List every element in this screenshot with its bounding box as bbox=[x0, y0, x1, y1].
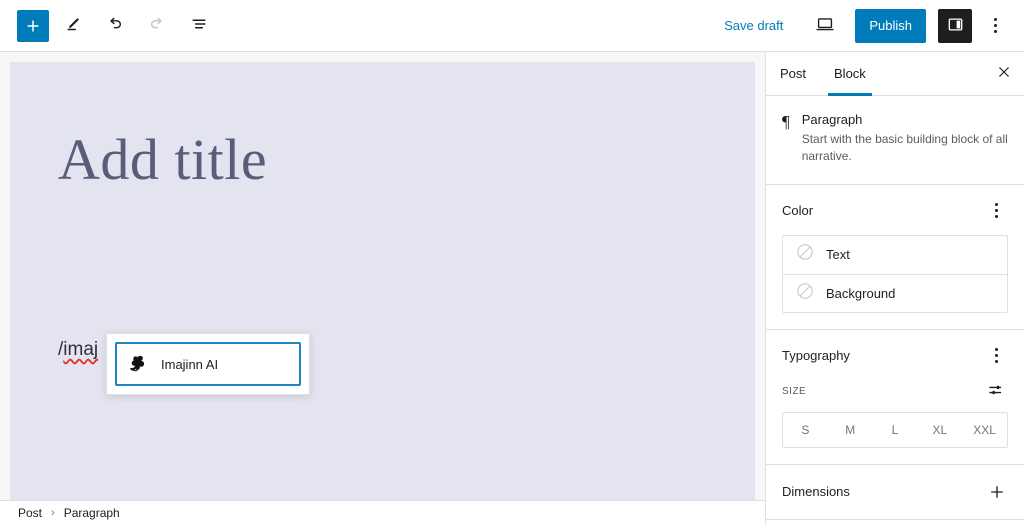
vertical-ellipsis-icon bbox=[993, 18, 997, 33]
font-size-m[interactable]: M bbox=[828, 413, 873, 447]
vertical-ellipsis-icon bbox=[994, 203, 998, 219]
typography-panel: Typography SIZE S M L XL XXL bbox=[766, 330, 1024, 465]
slash-menu-item-label: Imajinn AI bbox=[161, 356, 219, 372]
color-option-text[interactable]: Text bbox=[783, 236, 1007, 274]
sidebar-panel-icon bbox=[946, 15, 965, 37]
slash-query-text: imaj bbox=[63, 339, 99, 360]
undo-arrow-icon bbox=[105, 14, 125, 37]
font-size-s[interactable]: S bbox=[783, 413, 828, 447]
block-info-text: Paragraph Start with the basic building … bbox=[802, 112, 1008, 166]
plus-icon bbox=[24, 17, 42, 35]
font-size-xxl[interactable]: XXL bbox=[962, 413, 1007, 447]
paragraph-pilcrow-icon: ¶ bbox=[782, 112, 790, 131]
slash-command-popover: Imajinn AI bbox=[106, 333, 310, 395]
sidebar-tabs: Post Block bbox=[766, 52, 1024, 96]
color-panel-header: Color bbox=[782, 199, 1008, 223]
publish-button[interactable]: Publish bbox=[855, 8, 926, 43]
color-panel: Color Text Background bbox=[766, 185, 1024, 330]
undo-button[interactable] bbox=[97, 8, 133, 44]
settings-sidebar-toggle[interactable] bbox=[938, 8, 972, 43]
redo-arrow-icon bbox=[147, 14, 167, 37]
breadcrumb: Post › Paragraph bbox=[0, 500, 765, 525]
font-size-xl[interactable]: XL bbox=[917, 413, 962, 447]
close-sidebar-button[interactable] bbox=[984, 52, 1024, 96]
editor-canvas-area: Add title /imaj Imajinn AI bbox=[0, 52, 765, 502]
redo-button[interactable] bbox=[139, 8, 175, 44]
post-canvas[interactable]: Add title /imaj Imajinn AI bbox=[10, 62, 755, 502]
pencil-icon bbox=[63, 14, 83, 37]
breadcrumb-item-post[interactable]: Post bbox=[18, 506, 42, 520]
toolbar-right-group: Save draft Publish bbox=[712, 8, 1024, 44]
list-view-icon bbox=[189, 14, 209, 37]
dimensions-panel[interactable]: Dimensions bbox=[766, 465, 1024, 520]
color-option-background-label: Background bbox=[826, 285, 896, 301]
breadcrumb-separator-icon: › bbox=[51, 507, 55, 519]
font-size-label-row: SIZE bbox=[782, 380, 1008, 404]
editor-top-toolbar: Save draft Publish bbox=[0, 0, 1024, 52]
font-size-label: SIZE bbox=[782, 386, 807, 398]
font-size-custom-button[interactable] bbox=[984, 380, 1008, 404]
settings-sidebar: Post Block ¶ Paragraph Start with the ba… bbox=[765, 52, 1024, 525]
list-view-button[interactable] bbox=[181, 8, 217, 44]
preview-button[interactable] bbox=[807, 8, 843, 44]
font-size-l[interactable]: L bbox=[873, 413, 918, 447]
typography-panel-options-button[interactable] bbox=[984, 344, 1008, 368]
block-description: Start with the basic building block of a… bbox=[801, 132, 1008, 164]
breadcrumb-item-paragraph[interactable]: Paragraph bbox=[64, 506, 120, 520]
add-block-button[interactable] bbox=[17, 9, 49, 42]
block-info-card: ¶ Paragraph Start with the basic buildin… bbox=[766, 96, 1024, 185]
no-color-circle-icon bbox=[795, 281, 815, 306]
save-draft-button[interactable]: Save draft bbox=[712, 12, 795, 39]
typography-panel-header: Typography bbox=[782, 344, 1008, 368]
gutenberg-editor-window: Save draft Publish Add title /imaj Imaji… bbox=[0, 0, 1024, 525]
dimensions-panel-title: Dimensions bbox=[782, 484, 850, 500]
post-title-input[interactable]: Add title bbox=[58, 128, 267, 192]
laptop-preview-icon bbox=[814, 13, 836, 38]
color-panel-title: Color bbox=[782, 203, 814, 219]
font-size-button-group: S M L XL XXL bbox=[782, 411, 1008, 448]
typography-panel-title: Typography bbox=[782, 348, 850, 364]
block-title: Paragraph bbox=[801, 112, 863, 127]
toolbar-left-group bbox=[0, 8, 217, 44]
color-panel-options-button[interactable] bbox=[984, 199, 1008, 223]
sliders-icon bbox=[987, 381, 1005, 402]
slash-menu-item-imajinn-ai[interactable]: Imajinn AI bbox=[115, 342, 301, 386]
no-color-circle-icon bbox=[795, 242, 815, 267]
tab-post[interactable]: Post bbox=[766, 52, 820, 96]
close-x-icon bbox=[996, 64, 1012, 83]
color-options-list: Text Background bbox=[782, 234, 1008, 313]
tools-mode-button[interactable] bbox=[55, 8, 91, 44]
plus-icon[interactable] bbox=[986, 481, 1008, 503]
color-option-background[interactable]: Background bbox=[783, 273, 1007, 312]
color-option-text-label: Text bbox=[826, 247, 850, 263]
imajinn-genie-icon bbox=[127, 353, 149, 375]
vertical-ellipsis-icon bbox=[994, 348, 998, 364]
paragraph-block-content[interactable]: /imaj bbox=[58, 339, 98, 361]
more-options-button[interactable] bbox=[978, 9, 1012, 43]
tab-block[interactable]: Block bbox=[820, 52, 880, 96]
